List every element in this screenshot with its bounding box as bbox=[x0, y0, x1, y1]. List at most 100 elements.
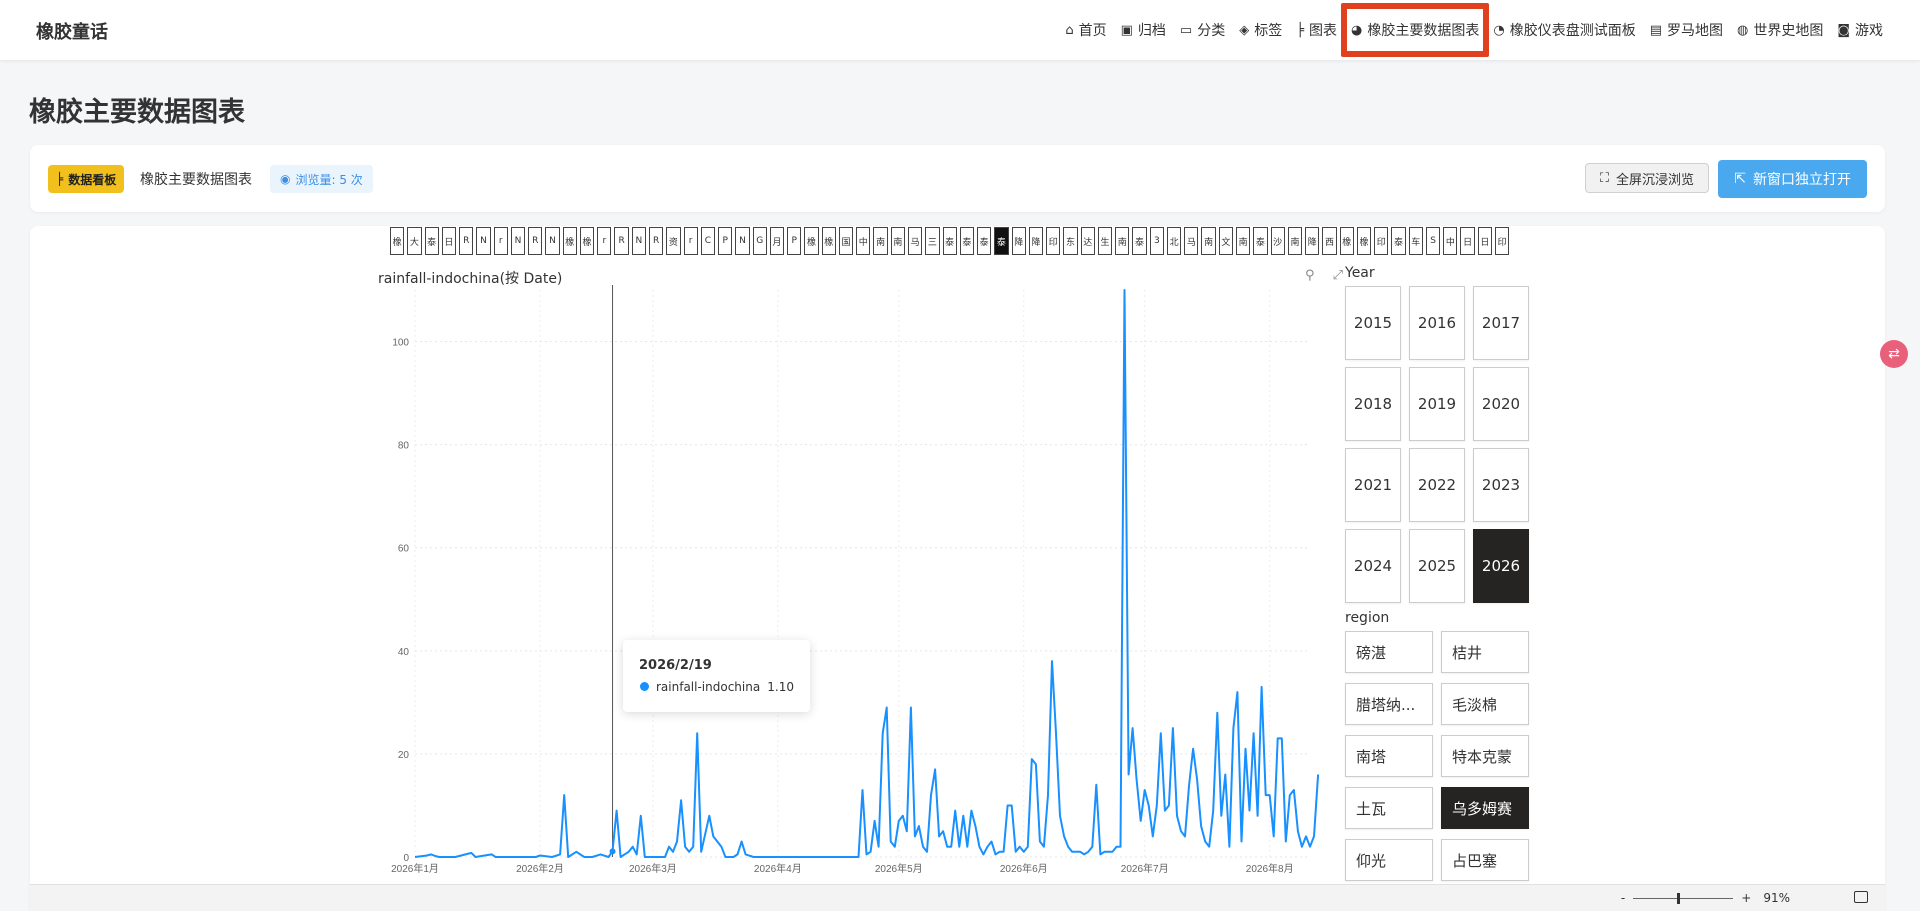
page-tab[interactable]: 橡 bbox=[390, 227, 405, 255]
page-tab[interactable]: 西 bbox=[1322, 227, 1337, 255]
page-tab[interactable]: 降 bbox=[1028, 227, 1044, 255]
year-option[interactable]: 2024 bbox=[1345, 529, 1401, 603]
page-tab[interactable]: 泰 bbox=[959, 227, 975, 255]
translate-icon[interactable]: ⇄ bbox=[1880, 340, 1908, 368]
page-tab[interactable]: 沙 bbox=[1270, 227, 1285, 255]
year-option[interactable]: 2019 bbox=[1409, 367, 1465, 441]
page-tab[interactable]: N bbox=[631, 227, 646, 255]
page-tab[interactable]: 北 bbox=[1166, 227, 1182, 255]
page-tab[interactable]: r bbox=[683, 227, 698, 255]
page-tab[interactable]: 橡 bbox=[1356, 227, 1372, 255]
page-tab[interactable]: 泰 bbox=[424, 227, 439, 255]
zoom-out-button[interactable]: - bbox=[1621, 891, 1625, 905]
focus-mode-icon[interactable]: ⤢ bbox=[1333, 268, 1343, 283]
year-option[interactable]: 2021 bbox=[1345, 448, 1401, 522]
page-tab[interactable]: 泰 bbox=[1253, 227, 1268, 255]
page-tab[interactable]: 南 bbox=[1287, 227, 1303, 255]
page-tab[interactable]: 东 bbox=[1063, 227, 1078, 255]
page-tab[interactable]: 橡 bbox=[804, 227, 819, 255]
page-tab[interactable]: 中 bbox=[1443, 227, 1458, 255]
region-option[interactable]: 乌多姆赛 bbox=[1441, 787, 1529, 829]
rainfall-line-chart[interactable]: 0 20 40 60 80 100 2026年1月 2026年2月 2026年3月 2026年4月… bbox=[370, 280, 1330, 885]
year-option[interactable]: 2025 bbox=[1409, 529, 1465, 603]
nav-games[interactable]: ◙ 游戏 bbox=[1837, 0, 1883, 60]
region-option[interactable]: 桔井 bbox=[1441, 631, 1529, 673]
page-tab[interactable]: r bbox=[493, 227, 508, 255]
page-tab[interactable]: 泰 bbox=[977, 227, 992, 255]
page-tab[interactable]: 泰 bbox=[1391, 227, 1406, 255]
page-tab[interactable]: 三 bbox=[925, 227, 940, 255]
page-tab[interactable]: 日 bbox=[1477, 227, 1492, 255]
page-tab[interactable]: 日 bbox=[1460, 227, 1475, 255]
page-tab[interactable]: 橡 bbox=[562, 227, 577, 255]
page-tab[interactable]: 文 bbox=[1218, 227, 1234, 255]
page-tab[interactable]: 降 bbox=[1305, 227, 1320, 255]
zoom-slider-thumb[interactable] bbox=[1677, 892, 1681, 904]
page-tab[interactable]: 印 bbox=[1046, 227, 1061, 255]
region-option[interactable]: 特本克蒙 bbox=[1441, 735, 1529, 777]
page-tab[interactable]: N bbox=[510, 227, 526, 255]
nav-world-history-map[interactable]: ◍ 世界史地图 bbox=[1737, 0, 1823, 60]
page-tab[interactable]: r bbox=[597, 227, 612, 255]
page-tab[interactable]: 南 bbox=[1115, 227, 1130, 255]
page-tab[interactable]: 中 bbox=[856, 227, 871, 255]
page-tab[interactable]: 南 bbox=[890, 227, 905, 255]
page-tab[interactable]: P bbox=[718, 227, 733, 255]
year-option[interactable]: 2015 bbox=[1345, 286, 1401, 360]
page-tab[interactable]: R bbox=[528, 227, 543, 255]
page-tab[interactable]: S bbox=[1425, 227, 1441, 255]
page-tab[interactable]: 橡 bbox=[821, 227, 836, 255]
page-tab[interactable]: 泰 bbox=[942, 227, 957, 255]
year-option[interactable]: 2016 bbox=[1409, 286, 1465, 360]
nav-charts[interactable]: ╞ 图表 bbox=[1296, 0, 1337, 60]
year-option[interactable]: 2022 bbox=[1409, 448, 1465, 522]
page-tab[interactable]: R bbox=[648, 227, 664, 255]
page-tab[interactable]: 国 bbox=[838, 227, 854, 255]
page-tab[interactable]: 南 bbox=[873, 227, 888, 255]
page-tab[interactable]: N bbox=[735, 227, 750, 255]
page-tab[interactable]: 橡 bbox=[579, 227, 595, 255]
page-tab[interactable]: 日 bbox=[441, 227, 457, 255]
page-tab[interactable]: 资 bbox=[666, 227, 681, 255]
region-option[interactable]: 土瓦 bbox=[1345, 787, 1433, 829]
page-tab[interactable]: 南 bbox=[1201, 227, 1216, 255]
page-tab[interactable]: 生 bbox=[1097, 227, 1113, 255]
site-brand[interactable]: 橡胶童话 bbox=[36, 18, 108, 44]
region-option[interactable]: 腊塔纳... bbox=[1345, 683, 1433, 725]
year-option[interactable]: 2020 bbox=[1473, 367, 1529, 441]
page-tab[interactable]: R bbox=[459, 227, 474, 255]
region-option[interactable]: 仰光 bbox=[1345, 839, 1433, 881]
page-tab[interactable]: N bbox=[545, 227, 560, 255]
year-option[interactable]: 2026 bbox=[1473, 529, 1529, 603]
nav-archive[interactable]: ▣ 归档 bbox=[1121, 0, 1166, 60]
nav-home[interactable]: ⌂ 首页 bbox=[1065, 0, 1106, 60]
region-option[interactable]: 毛淡棉 bbox=[1441, 683, 1529, 725]
page-tab[interactable]: P bbox=[787, 227, 802, 255]
page-tab[interactable]: 印 bbox=[1495, 227, 1510, 255]
region-option[interactable]: 磅湛 bbox=[1345, 631, 1433, 673]
page-tab[interactable]: 印 bbox=[1374, 227, 1389, 255]
nav-tags[interactable]: ◈ 标签 bbox=[1239, 0, 1282, 60]
page-tab[interactable]: 达 bbox=[1080, 227, 1095, 255]
nav-category[interactable]: ▭ 分类 bbox=[1180, 0, 1225, 60]
page-tab[interactable]: N bbox=[476, 227, 491, 255]
nav-rome-map[interactable]: ▤ 罗马地图 bbox=[1650, 0, 1723, 60]
page-tab[interactable]: 南 bbox=[1236, 227, 1251, 255]
page-tab[interactable]: 橡 bbox=[1339, 227, 1354, 255]
zoom-slider[interactable] bbox=[1633, 892, 1734, 904]
page-tab[interactable]: C bbox=[700, 227, 716, 255]
zoom-in-button[interactable]: + bbox=[1741, 891, 1751, 905]
page-tab[interactable]: 月 bbox=[769, 227, 785, 255]
year-option[interactable]: 2017 bbox=[1473, 286, 1529, 360]
fit-to-page-icon[interactable] bbox=[1854, 891, 1868, 903]
page-tab[interactable]: 3 bbox=[1149, 227, 1164, 255]
region-option[interactable]: 占巴塞 bbox=[1441, 839, 1529, 881]
page-tab[interactable]: 车 bbox=[1408, 227, 1423, 255]
page-tab[interactable]: G bbox=[752, 227, 767, 255]
page-tab[interactable]: 降 bbox=[1011, 227, 1026, 255]
year-option[interactable]: 2023 bbox=[1473, 448, 1529, 522]
page-tab[interactable]: 马 bbox=[1184, 227, 1199, 255]
page-tab[interactable]: R bbox=[614, 227, 629, 255]
nav-rubber-main-charts[interactable]: ◕ 橡胶主要数据图表 bbox=[1341, 0, 1490, 60]
page-tab[interactable]: 泰 bbox=[1132, 227, 1147, 255]
